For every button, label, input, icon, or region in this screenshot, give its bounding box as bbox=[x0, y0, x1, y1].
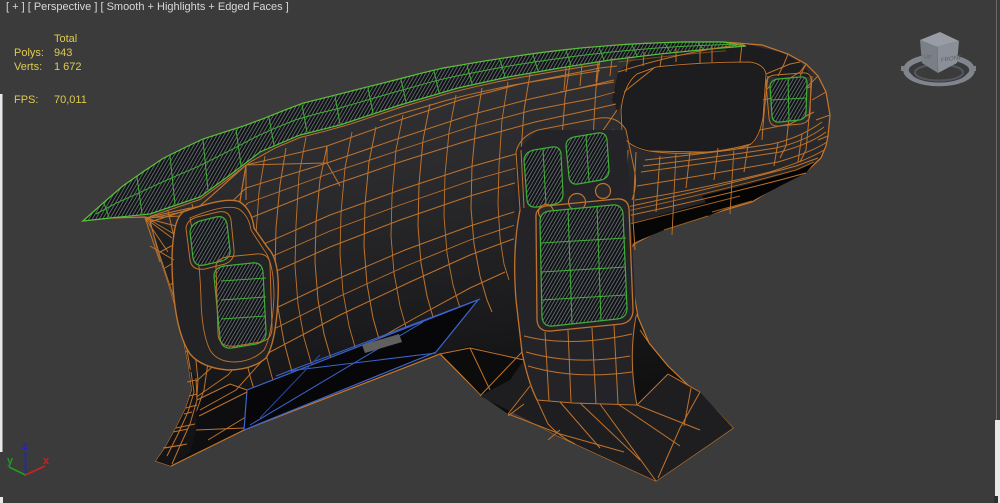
svg-text:x: x bbox=[43, 455, 50, 467]
svg-text:y: y bbox=[7, 455, 14, 467]
svg-text:z: z bbox=[22, 440, 28, 452]
svg-text:UP: UP bbox=[924, 54, 932, 61]
